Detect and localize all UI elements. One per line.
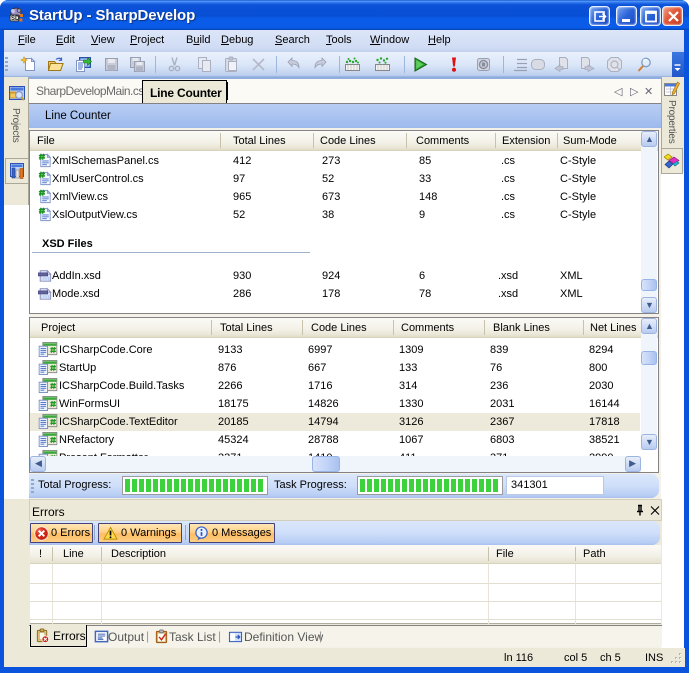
svg-text:SD: SD	[11, 16, 20, 22]
